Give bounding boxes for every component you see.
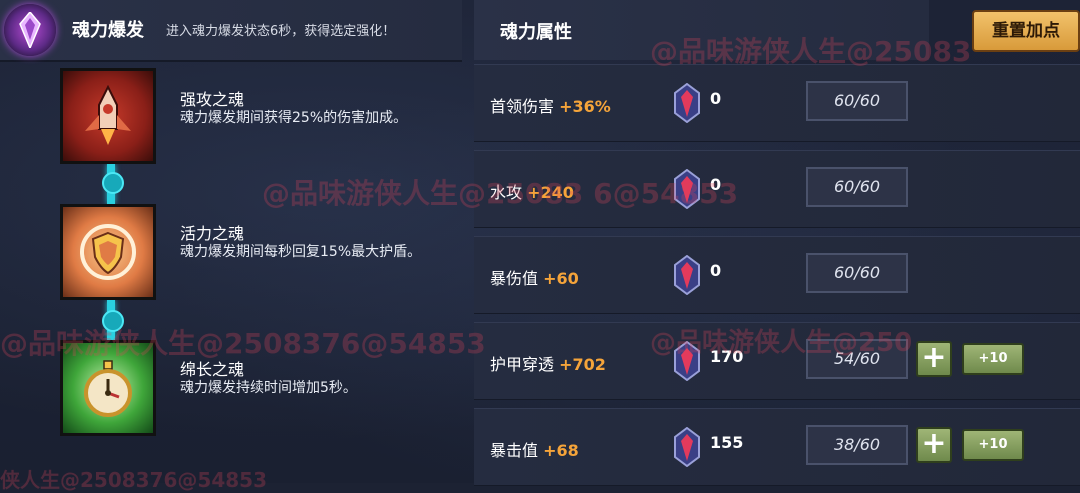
attribute-progress: 60/60 bbox=[806, 253, 908, 293]
attribute-progress: 38/60 bbox=[806, 425, 908, 465]
skill-name: 强攻之魂 bbox=[180, 90, 245, 109]
attribute-row: 暴击值 +68 155 38/60 + +10 bbox=[474, 408, 1080, 486]
attribute-row: 水攻 +240 0 60/60 bbox=[474, 150, 1080, 228]
add-one-point-button[interactable]: + bbox=[916, 341, 952, 377]
gem-count: 0 bbox=[710, 175, 722, 194]
skill-shield-icon[interactable] bbox=[60, 204, 156, 300]
skill-description: 魂力爆发期间获得25%的伤害加成。 bbox=[180, 110, 408, 126]
add-one-point-button[interactable]: + bbox=[916, 427, 952, 463]
attribute-bonus: +36% bbox=[559, 97, 611, 116]
connector-node bbox=[102, 310, 124, 332]
attribute-progress: 60/60 bbox=[806, 81, 908, 121]
attribute-name: 暴击值 bbox=[490, 441, 539, 460]
attribute-row: 暴伤值 +60 0 60/60 bbox=[474, 236, 1080, 314]
attribute-label: 暴伤值 +60 bbox=[490, 265, 579, 289]
skill-name: 绵长之魂 bbox=[180, 360, 245, 379]
skill-rocket-icon[interactable] bbox=[60, 68, 156, 164]
attribute-progress: 60/60 bbox=[806, 167, 908, 207]
attribute-progress: 54/60 bbox=[806, 339, 908, 379]
soul-burst-panel: 魂力爆发 进入魂力爆发状态6秒，获得选定强化！ 强攻之魂 魂力爆发期间获得25%… bbox=[0, 0, 462, 483]
skill-description: 魂力爆发期间每秒回复15%最大护盾。 bbox=[180, 244, 422, 260]
skill-description: 魂力爆发持续时间增加5秒。 bbox=[180, 380, 357, 396]
soul-gem-icon bbox=[674, 427, 700, 467]
gem-count: 155 bbox=[710, 433, 744, 452]
attribute-bonus: +702 bbox=[559, 355, 606, 374]
gem-count: 0 bbox=[710, 261, 722, 280]
attribute-name: 暴伤值 bbox=[490, 269, 539, 288]
attribute-name: 水攻 bbox=[490, 183, 523, 202]
attributes-title: 魂力属性 bbox=[500, 22, 572, 43]
add-ten-points-button[interactable]: +10 bbox=[962, 343, 1024, 375]
attribute-row: 首领伤害 +36% 0 60/60 bbox=[474, 64, 1080, 142]
soul-gem-icon bbox=[674, 255, 700, 295]
skill-stopwatch-icon[interactable] bbox=[60, 340, 156, 436]
attribute-label: 护甲穿透 +702 bbox=[490, 351, 606, 375]
attribute-bonus: +240 bbox=[527, 183, 574, 202]
attribute-name: 护甲穿透 bbox=[490, 355, 555, 374]
add-ten-points-button[interactable]: +10 bbox=[962, 429, 1024, 461]
soul-gem-icon bbox=[674, 83, 700, 123]
soul-gem-icon bbox=[674, 341, 700, 381]
skill-name: 活力之魂 bbox=[180, 224, 245, 243]
attribute-label: 首领伤害 +36% bbox=[490, 93, 611, 117]
connector-node bbox=[102, 172, 124, 194]
attribute-row: 护甲穿透 +702 170 54/60 + +10 bbox=[474, 322, 1080, 400]
gem-count: 0 bbox=[710, 89, 722, 108]
soul-gem-icon bbox=[674, 169, 700, 209]
reset-points-button[interactable]: 重置加点 bbox=[972, 10, 1080, 52]
attribute-bonus: +60 bbox=[543, 269, 579, 288]
attribute-label: 暴击值 +68 bbox=[490, 437, 579, 461]
soul-crystal-icon bbox=[4, 4, 56, 56]
soul-burst-description: 进入魂力爆发状态6秒，获得选定强化！ bbox=[166, 24, 396, 39]
attribute-label: 水攻 +240 bbox=[490, 179, 574, 203]
attribute-name: 首领伤害 bbox=[490, 97, 555, 116]
soul-burst-title: 魂力爆发 bbox=[72, 20, 144, 41]
gem-count: 170 bbox=[710, 347, 744, 366]
attribute-bonus: +68 bbox=[543, 441, 579, 460]
